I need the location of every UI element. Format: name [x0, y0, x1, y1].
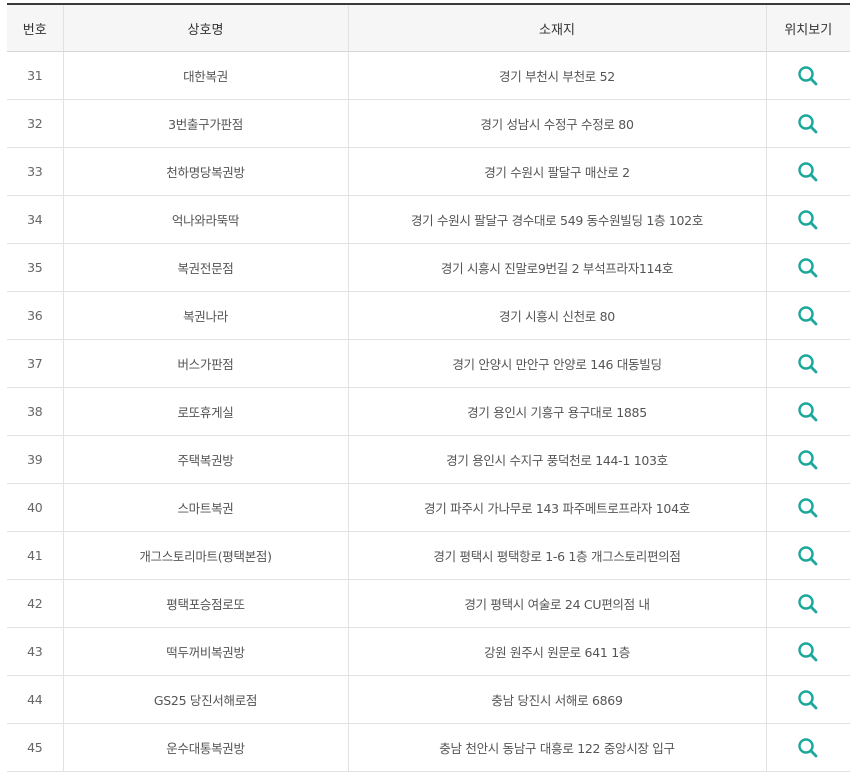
search-icon[interactable] — [796, 496, 820, 520]
store-name: 3번출구가판점 — [62, 99, 348, 148]
table-row: 44 GS25 당진서해로점 충남 당진시 서해로 6869 — [7, 675, 850, 724]
location-cell — [765, 675, 850, 724]
location-cell — [765, 147, 850, 196]
search-icon[interactable] — [796, 640, 820, 664]
row-number: 40 — [7, 483, 63, 532]
store-address: 경기 수원시 팔달구 경수대로 549 동수원빌딩 1층 102호 — [347, 195, 766, 244]
table-body: 31 대한복권 경기 부천시 부천로 52 32 3번출구가판점 경기 성남시 수정구 수… — [7, 51, 850, 772]
location-cell — [765, 243, 850, 292]
store-name: 억나와라뚝딱 — [62, 195, 348, 244]
table-row: 42 평택포승점로또 경기 평택시 여술로 24 CU편의점 내 — [7, 579, 850, 628]
store-name: 복권전문점 — [62, 243, 348, 292]
store-address: 경기 용인시 기흥구 용구대로 1885 — [347, 387, 766, 436]
store-name: 개그스토리마트(평택본점) — [62, 531, 348, 580]
store-address: 경기 부천시 부천로 52 — [347, 51, 766, 100]
row-number: 41 — [7, 531, 63, 580]
row-number: 35 — [7, 243, 63, 292]
store-address: 경기 수원시 팔달구 매산로 2 — [347, 147, 766, 196]
store-name: 버스가판점 — [62, 339, 348, 388]
row-number: 39 — [7, 435, 63, 484]
store-address: 경기 평택시 평택항로 1-6 1층 개그스토리편의점 — [347, 531, 766, 580]
table-row: 45 운수대통복권방 충남 천안시 동남구 대흥로 122 중앙시장 입구 — [7, 723, 850, 772]
row-number: 31 — [7, 51, 63, 100]
column-header-location: 위치보기 — [765, 4, 850, 52]
row-number: 45 — [7, 723, 63, 772]
search-icon[interactable] — [796, 160, 820, 184]
store-name: 주택복권방 — [62, 435, 348, 484]
search-icon[interactable] — [796, 448, 820, 472]
row-number: 42 — [7, 579, 63, 628]
search-icon[interactable] — [796, 304, 820, 328]
row-number: 38 — [7, 387, 63, 436]
table-row: 34 억나와라뚝딱 경기 수원시 팔달구 경수대로 549 동수원빌딩 1층 102… — [7, 195, 850, 244]
search-icon[interactable] — [796, 688, 820, 712]
location-cell — [765, 579, 850, 628]
location-cell — [765, 627, 850, 676]
store-name: 로또휴게실 — [62, 387, 348, 436]
store-table: 번호 상호명 소재지 위치보기 31 대한복권 경기 부천시 부천로 52 32 3번출… — [7, 3, 850, 772]
column-header-no: 번호 — [7, 4, 63, 52]
store-name: 복권나라 — [62, 291, 348, 340]
search-icon[interactable] — [796, 208, 820, 232]
store-address: 경기 용인시 수지구 풍덕천로 144-1 103호 — [347, 435, 766, 484]
table-row: 33 천하명당복권방 경기 수원시 팔달구 매산로 2 — [7, 147, 850, 196]
location-cell — [765, 99, 850, 148]
table-row: 41 개그스토리마트(평택본점) 경기 평택시 평택항로 1-6 1층 개그스토리편… — [7, 531, 850, 580]
row-number: 43 — [7, 627, 63, 676]
store-name: 스마트복권 — [62, 483, 348, 532]
store-address: 충남 천안시 동남구 대흥로 122 중앙시장 입구 — [347, 723, 766, 772]
search-icon[interactable] — [796, 352, 820, 376]
table-row: 36 복권나라 경기 시흥시 신천로 80 — [7, 291, 850, 340]
location-cell — [765, 483, 850, 532]
table-row: 39 주택복권방 경기 용인시 수지구 풍덕천로 144-1 103호 — [7, 435, 850, 484]
row-number: 33 — [7, 147, 63, 196]
table-row: 40 스마트복권 경기 파주시 가나무로 143 파주메트로프라자 104호 — [7, 483, 850, 532]
search-icon[interactable] — [796, 256, 820, 280]
store-address: 경기 시흥시 진말로9번길 2 부석프라자114호 — [347, 243, 766, 292]
store-address: 경기 성남시 수정구 수정로 80 — [347, 99, 766, 148]
store-address: 경기 시흥시 신천로 80 — [347, 291, 766, 340]
row-number: 32 — [7, 99, 63, 148]
location-cell — [765, 531, 850, 580]
search-icon[interactable] — [796, 400, 820, 424]
store-name: 천하명당복권방 — [62, 147, 348, 196]
row-number: 37 — [7, 339, 63, 388]
store-name: 떡두꺼비복권방 — [62, 627, 348, 676]
row-number: 34 — [7, 195, 63, 244]
location-cell — [765, 51, 850, 100]
location-cell — [765, 195, 850, 244]
store-address: 충남 당진시 서해로 6869 — [347, 675, 766, 724]
search-icon[interactable] — [796, 592, 820, 616]
table-row: 37 버스가판점 경기 안양시 만안구 안양로 146 대동빌딩 — [7, 339, 850, 388]
store-address: 경기 평택시 여술로 24 CU편의점 내 — [347, 579, 766, 628]
store-name: 운수대통복권방 — [62, 723, 348, 772]
table-row: 32 3번출구가판점 경기 성남시 수정구 수정로 80 — [7, 99, 850, 148]
row-number: 44 — [7, 675, 63, 724]
column-header-address: 소재지 — [347, 4, 766, 52]
table-row: 31 대한복권 경기 부천시 부천로 52 — [7, 51, 850, 100]
store-address: 경기 안양시 만안구 안양로 146 대동빌딩 — [347, 339, 766, 388]
location-cell — [765, 339, 850, 388]
store-name: 평택포승점로또 — [62, 579, 348, 628]
search-icon[interactable] — [796, 112, 820, 136]
search-icon[interactable] — [796, 544, 820, 568]
table-row: 38 로또휴게실 경기 용인시 기흥구 용구대로 1885 — [7, 387, 850, 436]
table-row: 35 복권전문점 경기 시흥시 진말로9번길 2 부석프라자114호 — [7, 243, 850, 292]
location-cell — [765, 291, 850, 340]
table-header: 번호 상호명 소재지 위치보기 — [7, 4, 850, 52]
store-name: 대한복권 — [62, 51, 348, 100]
table-row: 43 떡두꺼비복권방 강원 원주시 원문로 641 1층 — [7, 627, 850, 676]
store-address: 강원 원주시 원문로 641 1층 — [347, 627, 766, 676]
header-row: 번호 상호명 소재지 위치보기 — [7, 4, 850, 52]
store-address: 경기 파주시 가나무로 143 파주메트로프라자 104호 — [347, 483, 766, 532]
store-name: GS25 당진서해로점 — [62, 675, 348, 724]
search-icon[interactable] — [796, 64, 820, 88]
search-icon[interactable] — [796, 736, 820, 760]
store-list: 번호 상호명 소재지 위치보기 31 대한복권 경기 부천시 부천로 52 32 3번출… — [7, 3, 850, 772]
location-cell — [765, 387, 850, 436]
location-cell — [765, 723, 850, 772]
location-cell — [765, 435, 850, 484]
row-number: 36 — [7, 291, 63, 340]
column-header-name: 상호명 — [62, 4, 348, 52]
